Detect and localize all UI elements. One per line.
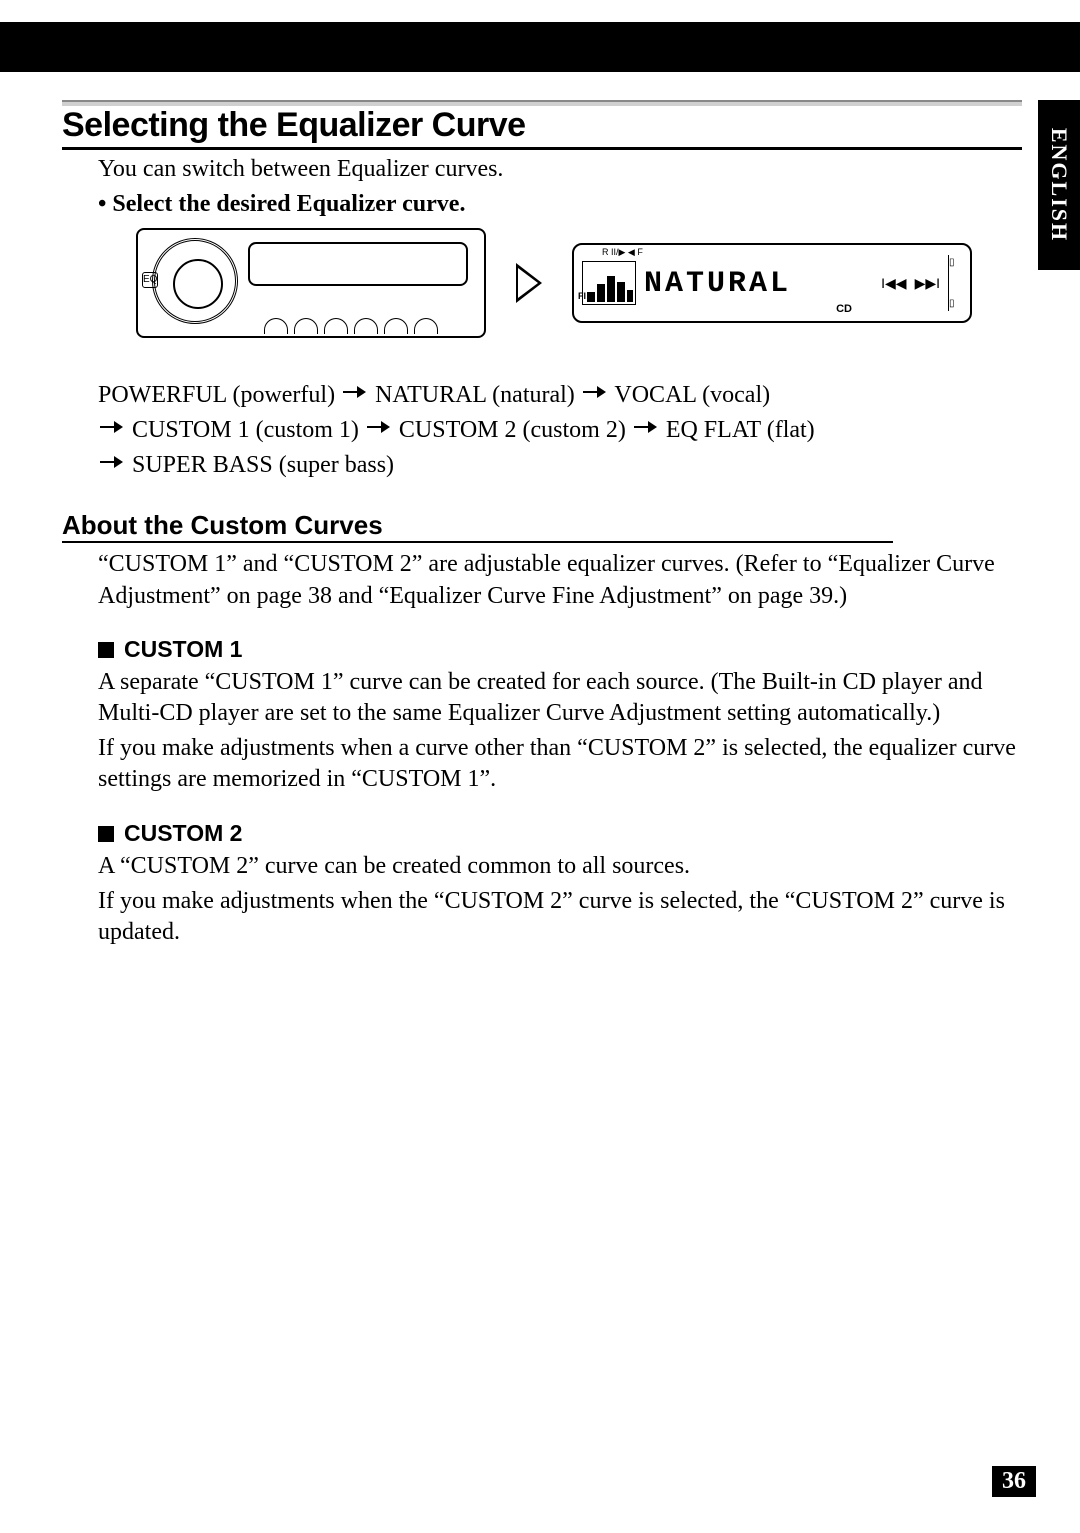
- rotary-knob-icon: [152, 238, 238, 324]
- language-tab: ENGLISH: [1038, 100, 1080, 270]
- lcd-display-illustration: R II/▶ ◀ F FI NATURAL CD I◀◀ ▶▶I ▯▯: [572, 243, 972, 323]
- header-black-bar: [0, 22, 1080, 72]
- custom2-paragraph-2: If you make adjustments when the “CUSTOM…: [98, 886, 1022, 948]
- scroll-indicator-icon: ▯▯: [948, 255, 962, 311]
- top-indicator-icons: R II/▶ ◀ F: [602, 247, 643, 258]
- eq-sequence: POWERFUL (powerful) NATURAL (natural) VO…: [98, 378, 1022, 482]
- equalizer-bars-icon: [582, 261, 636, 305]
- fi-label: FI: [578, 291, 586, 301]
- seq-item: CUSTOM 2 (custom 2): [399, 417, 626, 443]
- page-number: 36: [992, 1466, 1036, 1497]
- seq-item: POWERFUL (powerful): [98, 382, 335, 408]
- preset-buttons-icon: [264, 318, 438, 334]
- next-track-icon: ▶▶I: [915, 275, 940, 292]
- custom2-paragraph-1: A “CUSTOM 2” curve can be created common…: [98, 851, 1022, 882]
- custom1-heading: CUSTOM 1: [98, 636, 1022, 663]
- seq-item: SUPER BASS (super bass): [132, 452, 394, 478]
- section-heading: Selecting the Equalizer Curve: [62, 100, 1022, 150]
- custom1-paragraph-2: If you make adjustments when a curve oth…: [98, 733, 1022, 795]
- prev-track-icon: I◀◀: [881, 275, 906, 292]
- intro-text: You can switch between Equalizer curves.: [98, 156, 1022, 183]
- lcd-text: NATURAL: [644, 265, 873, 301]
- subsection-heading: About the Custom Curves: [62, 510, 893, 543]
- seq-item: NATURAL (natural): [375, 382, 575, 408]
- seq-item: EQ FLAT (flat): [666, 417, 815, 443]
- head-unit-illustration: EQ: [136, 228, 486, 338]
- arrow-icon: [516, 263, 542, 303]
- seq-item: VOCAL (vocal): [614, 382, 770, 408]
- language-tab-label: ENGLISH: [1046, 128, 1072, 242]
- cd-label: CD: [836, 303, 852, 315]
- about-paragraph: “CUSTOM 1” and “CUSTOM 2” are adjustable…: [98, 549, 1022, 611]
- page-content: Selecting the Equalizer Curve You can sw…: [62, 100, 1022, 948]
- illustration-row: EQ R II/▶ ◀ F FI NATURAL CD I◀◀ ▶▶I ▯▯: [136, 228, 1022, 338]
- disc-slot-icon: [248, 242, 468, 286]
- instruction-bullet: Select the desired Equalizer curve.: [98, 191, 1022, 218]
- custom1-paragraph-1: A separate “CUSTOM 1” curve can be creat…: [98, 667, 1022, 729]
- seq-item: CUSTOM 1 (custom 1): [132, 417, 359, 443]
- custom2-heading: CUSTOM 2: [98, 820, 1022, 847]
